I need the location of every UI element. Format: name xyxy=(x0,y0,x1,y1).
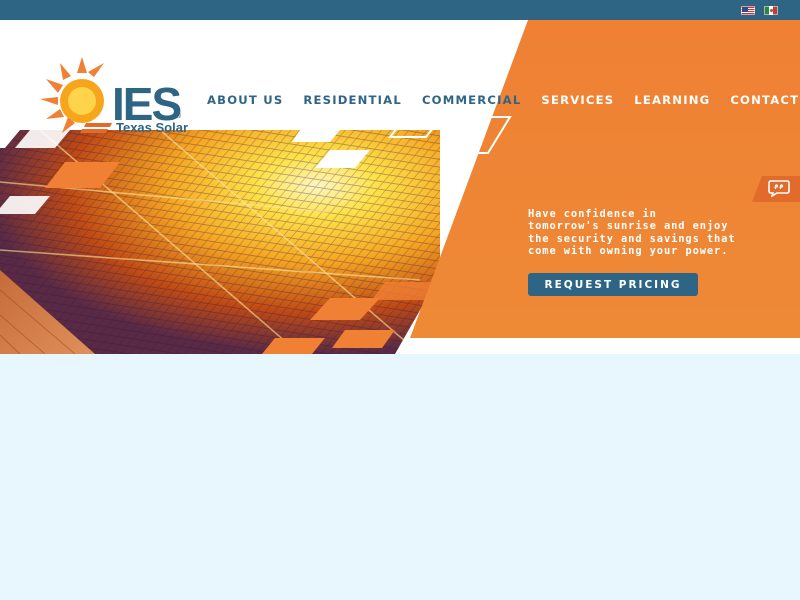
tagline-line: tomorrow's sunrise and enjoy xyxy=(528,220,729,233)
hero-section: IES ® Texas Solar ABOUT US RESIDENTIAL C… xyxy=(0,20,800,354)
top-bar xyxy=(0,0,800,20)
decorative-outline-shapes xyxy=(387,116,512,154)
nav-about-us[interactable]: ABOUT US xyxy=(207,92,283,108)
quote-bubble-icon xyxy=(768,180,790,198)
registered-mark: ® xyxy=(175,112,182,120)
main-navigation: ABOUT US RESIDENTIAL COMMERCIAL SERVICES… xyxy=(207,92,800,108)
mexico-flag-icon[interactable] xyxy=(764,6,778,15)
request-pricing-button[interactable]: REQUEST PRICING xyxy=(528,273,698,296)
nav-contact-us[interactable]: CONTACT US xyxy=(730,92,800,108)
hero-tagline: Have confidence in tomorrow's sunrise an… xyxy=(528,208,788,258)
logo-subtitle: Texas Solar xyxy=(116,120,189,135)
nav-learning[interactable]: LEARNING xyxy=(634,92,710,108)
us-flag-icon[interactable] xyxy=(741,6,755,15)
sun-icon xyxy=(40,57,112,133)
tagline-line: the security and savings that xyxy=(528,232,736,245)
tagline-line: come with owning your power. xyxy=(528,245,729,258)
ies-texas-solar-logo[interactable]: IES ® Texas Solar xyxy=(38,53,198,138)
nav-services[interactable]: SERVICES xyxy=(541,92,614,108)
nav-residential[interactable]: RESIDENTIAL xyxy=(303,92,402,108)
tagline-line: Have confidence in xyxy=(528,208,657,220)
nav-commercial[interactable]: COMMERCIAL xyxy=(422,92,521,108)
solar-panels-image xyxy=(0,130,440,354)
